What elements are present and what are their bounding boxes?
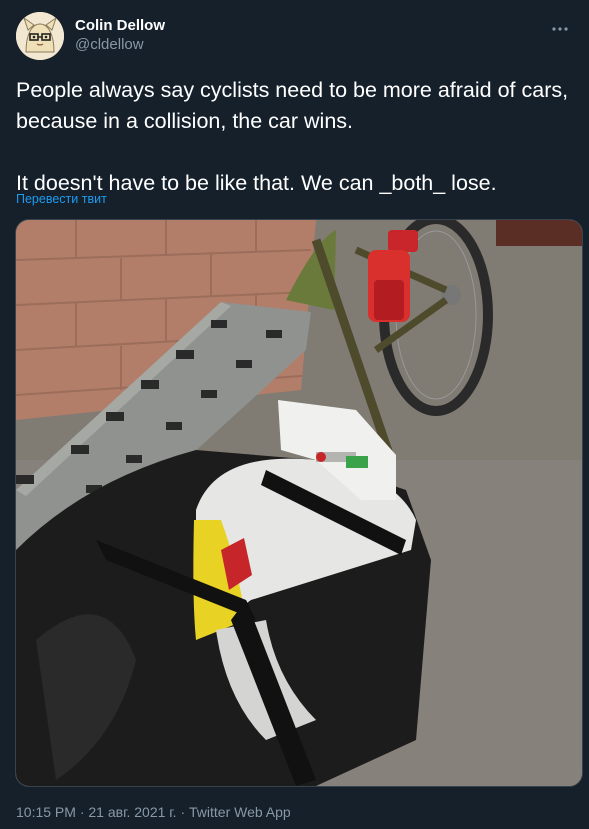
more-horizontal-icon[interactable] xyxy=(551,20,569,38)
tweet-photo[interactable] xyxy=(15,219,583,787)
avatar[interactable] xyxy=(16,12,64,60)
translate-tweet-link[interactable]: Перевести твит xyxy=(16,192,107,206)
tweet-source[interactable]: Twitter Web App xyxy=(189,804,291,820)
tweet-meta: 10:15 PM · 21 авг. 2021 г. · Twitter Web… xyxy=(16,804,291,820)
meta-separator: · xyxy=(79,804,85,820)
author-info[interactable]: Colin Dellow @cldellow xyxy=(75,16,165,55)
tweet-text: People always say cyclists need to be mo… xyxy=(16,78,569,195)
tweet-time[interactable]: 10:15 PM xyxy=(16,804,76,820)
tweet-date[interactable]: 21 авг. 2021 г. xyxy=(88,804,176,820)
tweet-header: Colin Dellow @cldellow xyxy=(16,12,573,62)
author-display-name[interactable]: Colin Dellow xyxy=(75,16,165,35)
author-handle[interactable]: @cldellow xyxy=(75,35,165,55)
meta-separator: · xyxy=(180,804,186,820)
